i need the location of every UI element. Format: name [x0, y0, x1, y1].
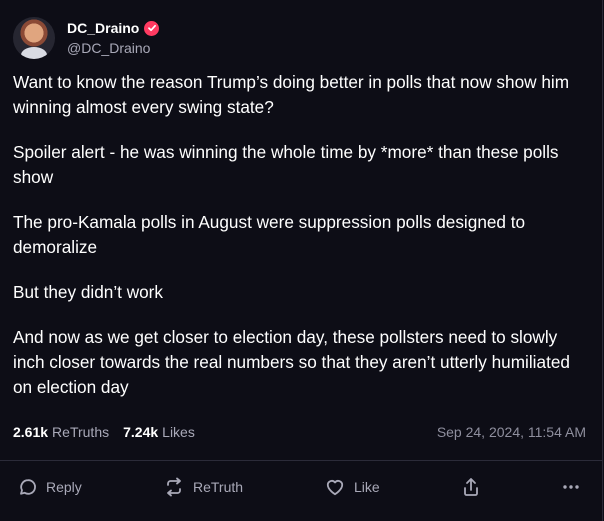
heart-icon	[324, 477, 346, 497]
retruth-label: ReTruth	[193, 478, 244, 495]
more-button[interactable]	[561, 477, 581, 497]
post-header: DC_Draino @DC_Draino	[13, 17, 160, 59]
share-button[interactable]	[461, 476, 481, 498]
reply-label: Reply	[46, 478, 82, 495]
like-label: Like	[354, 478, 380, 495]
display-name-row: DC_Draino	[67, 20, 160, 37]
author-handle[interactable]: @DC_Draino	[67, 40, 159, 57]
retruths-stat[interactable]: 2.61k ReTruths	[13, 424, 109, 440]
retruths-count: 2.61k	[13, 424, 49, 440]
author-info: DC_Draino @DC_Draino	[67, 20, 160, 57]
more-icon	[561, 477, 581, 497]
retruth-button[interactable]: ReTruth	[163, 477, 243, 497]
post-paragraph: Want to know the reason Trump’s doing be…	[13, 72, 570, 117]
post-actions: Reply ReTruth Like	[18, 473, 584, 500]
share-icon	[461, 476, 481, 498]
post-paragraph: The pro-Kamala polls in August were supp…	[13, 212, 526, 257]
post-timestamp[interactable]: Sep 24, 2024, 11:54 AM	[437, 424, 586, 440]
author-display-name[interactable]: DC_Draino	[67, 20, 139, 37]
reply-icon	[18, 477, 38, 497]
post-card: DC_Draino @DC_Draino Want to know the re…	[0, 0, 603, 521]
retruths-label: ReTruths	[52, 424, 110, 440]
reply-button[interactable]: Reply	[18, 477, 82, 497]
retruth-icon	[163, 477, 185, 497]
likes-stat[interactable]: 7.24k Likes	[123, 424, 195, 440]
like-button[interactable]: Like	[324, 477, 380, 497]
post-paragraph: Spoiler alert - he was winning the whole…	[13, 142, 559, 187]
post-stats: 2.61k ReTruths 7.24k Likes Sep 24, 2024, 1…	[13, 424, 586, 440]
verified-icon	[144, 20, 160, 36]
post-paragraph: But they didn’t work	[13, 282, 163, 302]
likes-label: Likes	[162, 424, 195, 440]
action-divider	[0, 460, 603, 461]
post-paragraph: And now as we get closer to election day…	[13, 327, 570, 397]
avatar[interactable]	[13, 17, 55, 59]
likes-count: 7.24k	[123, 424, 159, 440]
post-body: Want to know the reason Trump’s doing be…	[13, 70, 591, 420]
